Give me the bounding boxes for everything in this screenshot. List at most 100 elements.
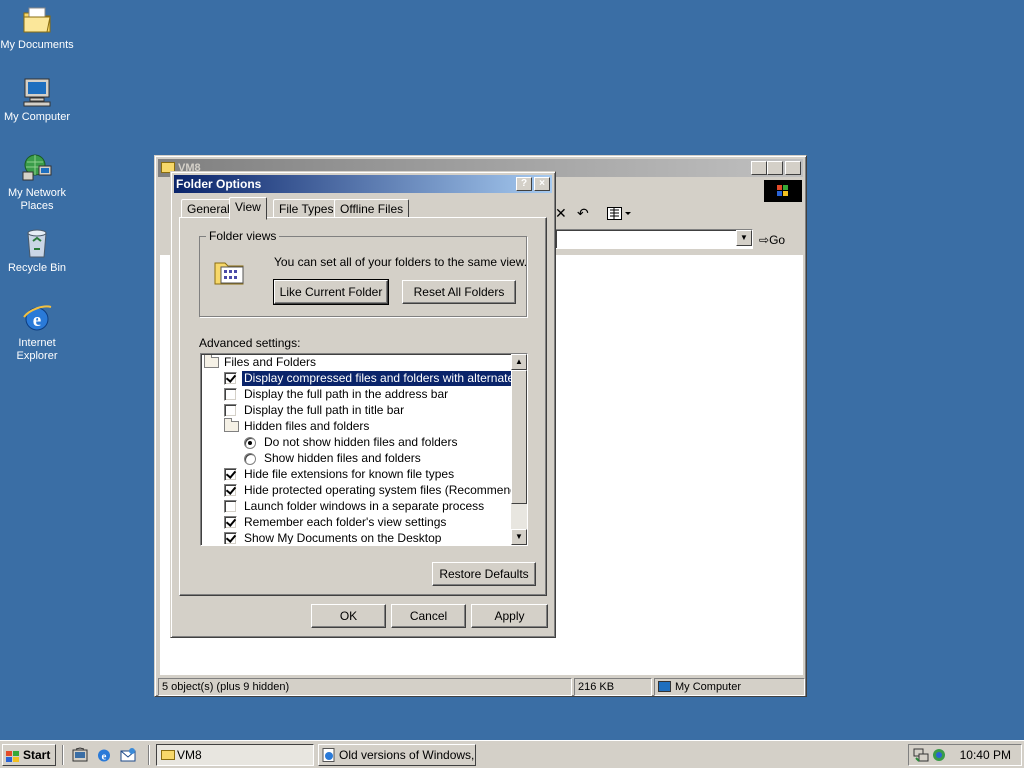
help-button[interactable]: ? bbox=[516, 177, 532, 191]
desktop-icon-internet-explorer[interactable]: e Internet Explorer bbox=[0, 302, 74, 363]
network-tray-icon[interactable] bbox=[913, 747, 929, 763]
advanced-setting-label: Hide file extensions for known file type… bbox=[244, 467, 455, 481]
scroll-down-button[interactable]: ▼ bbox=[511, 529, 527, 545]
ie-icon[interactable]: e bbox=[96, 747, 112, 763]
outlook-express-icon[interactable] bbox=[120, 747, 136, 763]
clock[interactable]: 10:40 PM bbox=[960, 745, 1011, 765]
show-desktop-icon[interactable] bbox=[72, 747, 88, 763]
folder-views-group: Folder views You can set all of your fol… bbox=[199, 229, 527, 317]
advanced-setting-item[interactable]: Hide protected operating system files (R… bbox=[202, 483, 511, 499]
radio-button[interactable] bbox=[244, 437, 256, 449]
advanced-setting-label: Files and Folders bbox=[224, 355, 317, 369]
network-icon bbox=[21, 152, 53, 184]
view-tab-panel: Folder views You can set all of your fol… bbox=[179, 217, 547, 596]
desktop-icon-my-computer[interactable]: My Computer bbox=[0, 76, 74, 124]
undo-icon[interactable]: ↶ bbox=[577, 206, 593, 220]
ie-icon: e bbox=[21, 302, 53, 334]
desktop-icon-network[interactable]: My Network Places bbox=[0, 152, 74, 213]
start-button[interactable]: Start bbox=[2, 744, 56, 766]
dialog-titlebar[interactable]: Folder Options ? × bbox=[174, 175, 552, 193]
advanced-settings-label: Advanced settings: bbox=[199, 336, 301, 350]
advanced-settings-list[interactable]: Files and Folders Display compressed file… bbox=[200, 353, 528, 546]
advanced-setting-item: Files and Folders bbox=[202, 355, 511, 371]
restore-defaults-button[interactable]: Restore Defaults bbox=[432, 562, 536, 586]
maximize-button[interactable]: □ bbox=[767, 161, 783, 175]
views-icon[interactable] bbox=[607, 207, 631, 220]
checkbox[interactable] bbox=[224, 404, 237, 417]
address-input[interactable]: ▼ bbox=[555, 229, 753, 249]
dialog-title: Folder Options bbox=[176, 177, 262, 191]
delete-icon[interactable]: ✕ bbox=[555, 206, 569, 220]
like-current-folder-button[interactable]: Like Current Folder bbox=[273, 279, 389, 305]
advanced-setting-item[interactable]: Do not show hidden files and folders bbox=[202, 435, 511, 451]
checkbox[interactable] bbox=[224, 516, 237, 529]
address-dropdown-button[interactable]: ▼ bbox=[736, 230, 752, 246]
recycle-bin-icon bbox=[21, 227, 53, 259]
close-button[interactable]: × bbox=[785, 161, 801, 175]
advanced-setting-item[interactable]: Display the full path in title bar bbox=[202, 403, 511, 419]
computer-icon bbox=[21, 76, 53, 108]
tab-general[interactable]: General bbox=[181, 199, 236, 219]
system-tray: 10:40 PM bbox=[908, 744, 1022, 766]
desktop-icon-label: My Computer bbox=[3, 111, 71, 123]
minimize-button[interactable]: _ bbox=[751, 161, 767, 175]
status-bar: 5 object(s) (plus 9 hidden) 216 KB My Co… bbox=[158, 678, 805, 696]
folder-icon bbox=[204, 355, 219, 368]
status-size: 216 KB bbox=[574, 678, 652, 696]
checkbox[interactable] bbox=[224, 468, 237, 481]
dialog-close-button[interactable]: × bbox=[534, 177, 550, 191]
status-object-count: 5 object(s) (plus 9 hidden) bbox=[158, 678, 572, 696]
desktop-icon-label: Recycle Bin bbox=[7, 262, 67, 274]
taskbar-task-browser[interactable]: Old versions of Windows,... bbox=[318, 744, 476, 766]
checkbox[interactable] bbox=[224, 388, 237, 401]
scroll-thumb[interactable] bbox=[511, 370, 527, 504]
advanced-setting-label: Launch folder windows in a separate proc… bbox=[244, 499, 485, 513]
advanced-setting-item[interactable]: Hide file extensions for known file type… bbox=[202, 467, 511, 483]
checkbox[interactable] bbox=[224, 500, 237, 513]
cancel-button[interactable]: Cancel bbox=[391, 604, 466, 628]
folder-documents-icon bbox=[21, 4, 53, 36]
ok-button[interactable]: OK bbox=[311, 604, 386, 628]
desktop-icon-my-documents[interactable]: My Documents bbox=[0, 4, 74, 52]
go-arrow-icon: ⇨ bbox=[759, 233, 770, 247]
scroll-up-button[interactable]: ▲ bbox=[511, 354, 527, 370]
advanced-setting-label: Display compressed files and folders wit… bbox=[240, 370, 511, 387]
volume-tray-icon[interactable] bbox=[931, 747, 947, 763]
advanced-setting-label: Display the full path in the address bar bbox=[244, 387, 449, 401]
taskbar: Start e VM8 Old versions of Windows,... … bbox=[0, 740, 1024, 768]
reset-all-folders-button[interactable]: Reset All Folders bbox=[402, 280, 516, 304]
advanced-settings-scrollbar[interactable]: ▲ ▼ bbox=[511, 354, 527, 545]
checkbox[interactable] bbox=[224, 532, 237, 544]
checkbox[interactable] bbox=[224, 484, 237, 497]
checkbox[interactable] bbox=[224, 372, 237, 385]
folder-icon bbox=[161, 750, 175, 760]
desktop-icon-label: My Documents bbox=[0, 39, 74, 51]
tab-file-types[interactable]: File Types bbox=[273, 199, 340, 219]
advanced-setting-label: Do not show hidden files and folders bbox=[264, 435, 458, 449]
status-zone: My Computer bbox=[654, 678, 805, 696]
advanced-setting-item[interactable]: Remember each folder's view settings bbox=[202, 515, 511, 531]
windows-logo-icon bbox=[764, 180, 802, 202]
desktop-icon-recycle-bin[interactable]: Recycle Bin bbox=[0, 227, 74, 275]
advanced-setting-label: Hidden files and folders bbox=[244, 419, 370, 433]
advanced-setting-label: Remember each folder's view settings bbox=[244, 515, 447, 529]
svg-text:e: e bbox=[102, 751, 107, 763]
apply-button[interactable]: Apply bbox=[471, 604, 548, 628]
computer-icon bbox=[658, 681, 671, 692]
tab-view[interactable]: View bbox=[229, 197, 267, 220]
advanced-setting-item[interactable]: Display the full path in the address bar bbox=[202, 387, 511, 403]
folder-icon bbox=[224, 418, 239, 432]
advanced-setting-item[interactable]: Show My Documents on the Desktop bbox=[202, 531, 511, 544]
advanced-setting-item[interactable]: Show hidden files and folders bbox=[202, 451, 511, 467]
go-button[interactable]: ⇨Go bbox=[759, 231, 799, 249]
tab-offline-files[interactable]: Offline Files bbox=[334, 199, 410, 219]
advanced-setting-label: Display the full path in title bar bbox=[244, 403, 405, 417]
advanced-setting-label: Hide protected operating system files (R… bbox=[244, 483, 511, 497]
svg-text:e: e bbox=[33, 310, 41, 331]
advanced-setting-item[interactable]: Launch folder windows in a separate proc… bbox=[202, 499, 511, 515]
radio-button[interactable] bbox=[244, 453, 256, 465]
folder-views-icon bbox=[213, 255, 247, 287]
advanced-setting-item[interactable]: Display compressed files and folders wit… bbox=[202, 370, 511, 387]
taskbar-task-vm8[interactable]: VM8 bbox=[156, 744, 314, 766]
folder-options-dialog: Folder Options ? × General View File Typ… bbox=[170, 171, 556, 638]
